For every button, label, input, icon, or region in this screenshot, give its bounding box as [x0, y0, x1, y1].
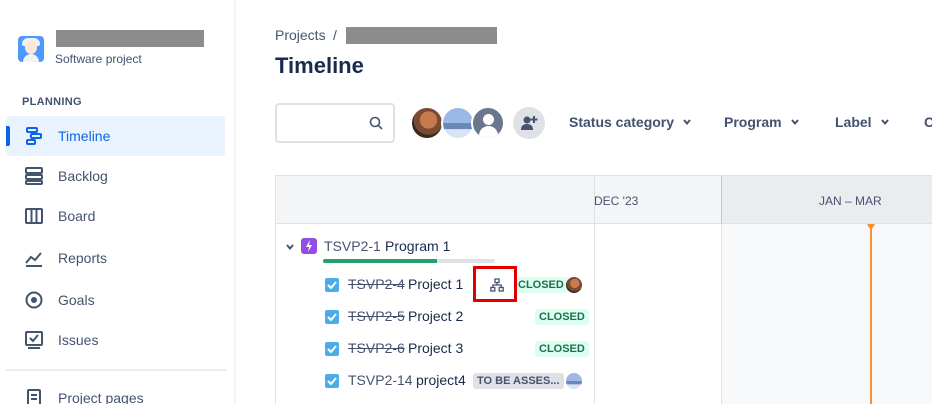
table-row[interactable]: TSVP2-14 project4 TO BE ASSES...	[276, 365, 595, 397]
month-label-dec: DEC '23	[594, 194, 639, 208]
sidebar-item-timeline[interactable]: Timeline	[6, 116, 225, 156]
hierarchy-icon	[490, 278, 504, 292]
today-marker	[870, 224, 872, 404]
epic-progress-bar	[323, 259, 495, 263]
sidebar-item-project-pages[interactable]: Project pages	[6, 378, 225, 404]
project-avatar	[18, 36, 44, 62]
chevron-down-icon	[683, 119, 691, 126]
avatar[interactable]	[441, 106, 475, 140]
breadcrumb-project-redacted[interactable]	[346, 27, 497, 44]
today-marker-head	[867, 224, 875, 231]
progress-fill	[323, 259, 437, 263]
issue-summary[interactable]: Project 2	[408, 308, 463, 324]
avatar[interactable]	[566, 373, 582, 389]
issue-key[interactable]: TSVP2-6	[348, 340, 405, 356]
sidebar-item-label: Board	[58, 208, 96, 224]
chevron-down-icon	[880, 119, 889, 126]
page-title: Timeline	[275, 53, 364, 78]
issue-key[interactable]: TSVP2-5	[348, 308, 405, 324]
chevron-down-icon	[790, 119, 799, 126]
status-badge[interactable]: CLOSED	[535, 341, 589, 357]
avatar[interactable]	[566, 277, 582, 293]
sidebar-resize-handle[interactable]	[234, 0, 236, 404]
breadcrumb-projects[interactable]: Projects	[275, 27, 326, 43]
sidebar: Software project PLANNING Timeline Backl…	[0, 0, 236, 404]
task-icon	[325, 342, 339, 356]
task-icon	[325, 310, 339, 324]
sidebar-item-label: Issues	[58, 332, 99, 348]
issues-icon	[25, 331, 43, 349]
pages-icon	[27, 389, 41, 404]
backlog-icon	[25, 167, 43, 185]
task-icon	[325, 374, 339, 388]
status-badge[interactable]: TO BE ASSES...	[473, 373, 564, 389]
status-badge[interactable]: CLOSED	[535, 309, 589, 325]
table-row[interactable]: TSVP2-6 Project 3 CLOSED	[276, 333, 595, 365]
filter-label: Label	[835, 114, 872, 130]
breadcrumb-separator: /	[333, 27, 337, 43]
issue-summary[interactable]: project4	[416, 372, 466, 388]
issue-key[interactable]: TSVP2-1	[324, 238, 381, 254]
sidebar-item-label: Goals	[58, 292, 95, 308]
timeline-icon	[26, 127, 42, 145]
timeline-grid: DEC '23 JAN – MAR TSVP2-1 Program 1 TSVP…	[275, 175, 932, 404]
project-name-redacted	[56, 30, 204, 47]
sidebar-item-backlog[interactable]: Backlog	[6, 156, 225, 196]
filter-label: Status category	[569, 114, 675, 130]
sidebar-item-issues[interactable]: Issues	[6, 320, 225, 360]
filter-label: C	[924, 114, 932, 130]
issue-key[interactable]: TSVP2-14	[348, 372, 413, 388]
sidebar-item-board[interactable]: Board	[6, 196, 225, 236]
add-person-icon	[521, 116, 538, 130]
sidebar-item-reports[interactable]: Reports	[6, 238, 225, 278]
goals-icon	[25, 291, 43, 309]
sidebar-divider	[6, 369, 227, 371]
avatar[interactable]	[410, 106, 444, 140]
status-category-filter[interactable]: Status category	[569, 114, 692, 130]
status-badge[interactable]: CLOSED	[514, 277, 568, 293]
chevron-down-icon[interactable]	[285, 242, 295, 252]
search-icon	[369, 116, 383, 130]
table-row[interactable]: TSVP2-5 Project 2 CLOSED	[276, 301, 595, 333]
planning-section-label: PLANNING	[22, 96, 82, 108]
epic-icon	[301, 238, 317, 254]
sidebar-item-label: Timeline	[58, 128, 111, 144]
search-input[interactable]	[275, 103, 395, 143]
avatar[interactable]	[471, 106, 505, 140]
quarter-label: JAN – MAR	[819, 194, 882, 208]
child-issues-button[interactable]	[473, 266, 517, 302]
project-type: Software project	[55, 52, 142, 66]
filter-label: Program	[724, 114, 782, 130]
issue-key[interactable]: TSVP2-4	[348, 276, 405, 292]
board-icon	[25, 208, 43, 224]
add-people-button[interactable]	[513, 107, 545, 139]
task-icon	[325, 278, 339, 292]
sidebar-item-label: Backlog	[58, 168, 108, 184]
sidebar-item-goals[interactable]: Goals	[6, 280, 225, 320]
program-filter[interactable]: Program	[724, 114, 800, 130]
issue-summary[interactable]: Project 3	[408, 340, 463, 356]
sidebar-item-label: Reports	[58, 250, 108, 266]
sidebar-item-label: Project pages	[58, 390, 144, 404]
label-filter[interactable]: Label	[835, 114, 890, 130]
issue-summary[interactable]: Program 1	[385, 238, 450, 254]
table-row[interactable]: TSVP2-4 Project 1 CLOSED	[276, 269, 595, 301]
project-header[interactable]: Software project	[18, 30, 218, 70]
issue-summary[interactable]: Project 1	[408, 276, 463, 292]
reports-icon	[25, 252, 42, 267]
epic-row[interactable]: TSVP2-1 Program 1	[276, 231, 595, 263]
more-filter[interactable]: C	[924, 114, 932, 130]
